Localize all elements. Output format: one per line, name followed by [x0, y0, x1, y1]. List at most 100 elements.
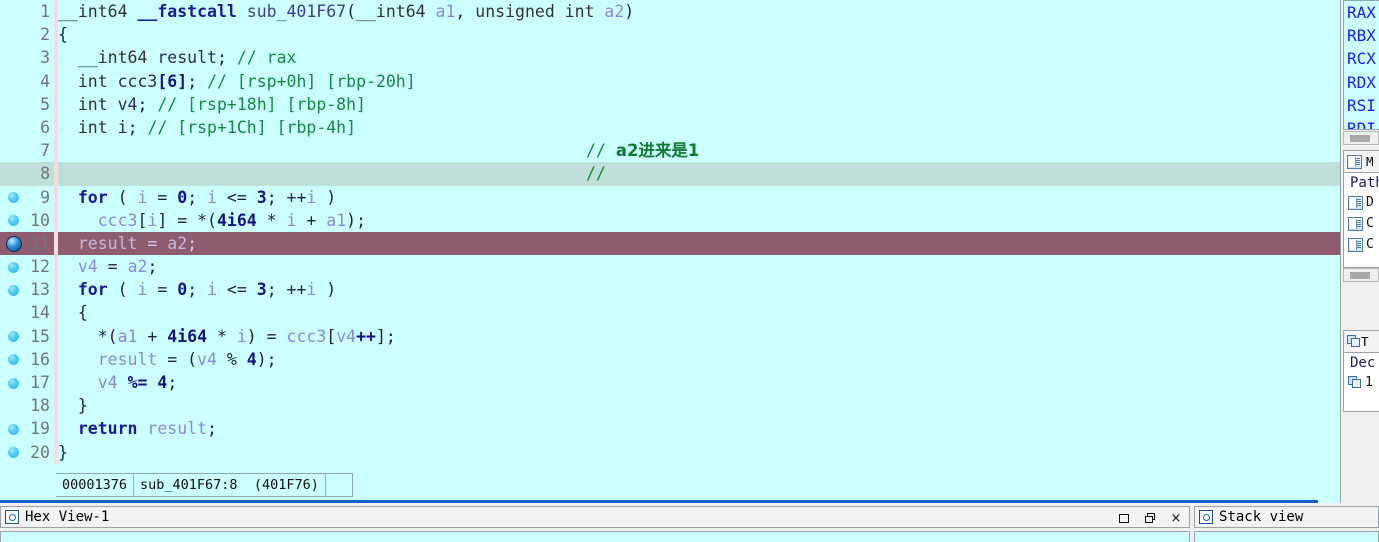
code-token-punc: ; ++ [266, 280, 307, 300]
code-line[interactable]: 5 int v4; // [rsp+18h] [rbp-8h] [0, 92, 1340, 116]
line-number: 1 [40, 2, 50, 21]
document-icon [1348, 237, 1363, 252]
code-line[interactable]: 3 __int64 result; // rax [0, 46, 1340, 70]
code-line[interactable]: 2{ [0, 23, 1340, 47]
code-token-punc: ( [107, 187, 138, 207]
module-row[interactable]: D [1344, 192, 1379, 213]
code-token-punc: = [137, 233, 168, 253]
code-line[interactable]: 7 // a2进来是1 [0, 139, 1340, 163]
code-line-text: for ( i = 0; i <= 3; ++i ) [58, 278, 1340, 301]
line-number: 20 [30, 442, 50, 462]
code-token-type: __int64 [58, 2, 138, 21]
code-token-cmt: // [586, 164, 606, 184]
module-row[interactable]: C [1344, 213, 1379, 234]
tab-threads[interactable]: T [1343, 330, 1379, 352]
register-row[interactable]: RSI 0 [1344, 94, 1379, 117]
register-row[interactable]: RDI 0 [1344, 117, 1379, 129]
code-token-punc [118, 373, 128, 392]
stackview-title-label: Stack view [1219, 509, 1304, 525]
line-number: 11 [30, 233, 50, 253]
code-token-plain: i [117, 117, 128, 137]
code-token-kw: return [77, 419, 138, 439]
code-line[interactable]: 6 int i; // [rsp+1Ch] [rbp-4h] [0, 115, 1340, 140]
document-icon [1347, 154, 1362, 169]
close-button[interactable]: × [1163, 508, 1189, 528]
status-location: sub_401F67:8 (401F76) [134, 474, 326, 496]
registers-panel[interactable]: RAX 0RBX 0RCX 0RDX 0RSI 0RDI 0 [1343, 0, 1379, 130]
hexview-title-bar[interactable]: Hex View-1 × [0, 506, 1190, 528]
code-token-punc: ; [127, 117, 148, 137]
threads-column-header: Dec [1350, 355, 1376, 371]
restore-button[interactable] [1137, 508, 1163, 528]
code-token-punc: { [58, 25, 68, 45]
code-line[interactable]: 13 for ( i = 0; i <= 3; ++i ) [0, 278, 1340, 302]
scrollbar-thumb[interactable] [1350, 135, 1370, 142]
code-line[interactable]: 20} [0, 440, 1340, 464]
code-token-num: 0 [177, 280, 188, 300]
register-row[interactable]: RAX 0 [1344, 1, 1379, 24]
hexview-content[interactable]: 000000000040F120 C3 CF CD C6 BA FF C2 BB… [0, 531, 1190, 542]
tab-modules[interactable]: M [1343, 150, 1379, 172]
code-token-punc: * [207, 326, 237, 346]
register-row[interactable]: RDX 0 [1344, 71, 1379, 94]
code-line[interactable]: 16 result = (v4 % 4); [0, 347, 1340, 371]
modules-panel[interactable]: Path DCC [1343, 172, 1379, 268]
pseudocode-code-area[interactable]: 1 __int64 __fastcall sub_401F67(__int64 a… [0, 0, 1340, 469]
code-line[interactable]: 11 result = a2; [0, 231, 1340, 256]
code-token-punc: <= [217, 280, 257, 300]
code-line[interactable]: 8 // [0, 162, 1340, 186]
code-token-var: result [147, 419, 208, 439]
pseudocode-pane[interactable]: 1 __int64 __fastcall sub_401F67(__int64 a… [0, 0, 1341, 503]
code-token-num: 4 [246, 349, 257, 369]
code-token-kw: __fastcall [137, 2, 247, 21]
code-token-var: i [286, 210, 297, 230]
code-token-type: int [77, 94, 118, 114]
code-line-text: { [58, 23, 1340, 46]
code-line-text: for ( i = 0; i <= 3; ++i ) [58, 186, 1340, 209]
code-token-var: i [137, 280, 148, 300]
scrollbar-thumb[interactable] [1350, 272, 1370, 279]
code-line[interactable]: 14 { [0, 301, 1340, 325]
code-token-punc: ; ++ [266, 187, 307, 207]
code-line-text: } [58, 441, 1340, 464]
code-token-punc: = [147, 187, 178, 207]
code-line-text: __int64 __fastcall sub_401F67(__int64 a1… [58, 0, 1340, 23]
code-line[interactable]: 10 ccc3[i] = *(4i64 * i + a1); [0, 208, 1340, 232]
code-token-num: 0 [177, 187, 188, 207]
code-line[interactable]: 18 } [0, 394, 1340, 418]
registers-hscrollbar[interactable] [1343, 131, 1379, 145]
code-line[interactable]: 17 v4 %= 4; [0, 371, 1340, 395]
code-line[interactable]: 12 v4 = a2; [0, 255, 1340, 279]
code-token-punc: [ [326, 326, 337, 346]
code-line[interactable]: 9 for ( i = 0; i <= 3; ++i ) [0, 185, 1340, 209]
code-token-num: %= [127, 373, 148, 392]
code-line[interactable]: 1 __int64 __fastcall sub_401F67(__int64 a… [0, 0, 1340, 24]
code-token-cmt: // [rsp+1Ch] [rbp-4h] [147, 117, 357, 137]
module-row[interactable]: C [1344, 234, 1379, 255]
code-token-punc: } [58, 396, 88, 416]
stackview-title-bar[interactable]: Stack view [1194, 506, 1379, 528]
modules-hscrollbar[interactable] [1343, 268, 1379, 282]
register-row[interactable]: RCX 0 [1344, 47, 1379, 70]
thread-row[interactable]: 1 [1344, 372, 1379, 393]
register-row[interactable]: RBX 0 [1344, 24, 1379, 47]
maximize-button[interactable] [1111, 508, 1137, 528]
code-line[interactable]: 4 int ccc3[6]; // [rsp+0h] [rbp-20h] [0, 69, 1340, 93]
code-token-punc: = ( [157, 349, 198, 369]
code-line-text: { [58, 301, 1340, 324]
threads-panel[interactable]: Dec 1 [1343, 352, 1379, 412]
code-token-type: int [77, 117, 118, 137]
stackview-content[interactable] [1194, 531, 1379, 542]
code-line[interactable]: 15 *(a1 + 4i64 * i) = ccc3[v4++]; [0, 324, 1340, 348]
code-line[interactable]: 19 return result; [0, 417, 1340, 441]
line-number: 4 [40, 71, 50, 91]
register-name: RSI [1347, 95, 1376, 115]
stacked-windows-icon [1348, 376, 1362, 389]
